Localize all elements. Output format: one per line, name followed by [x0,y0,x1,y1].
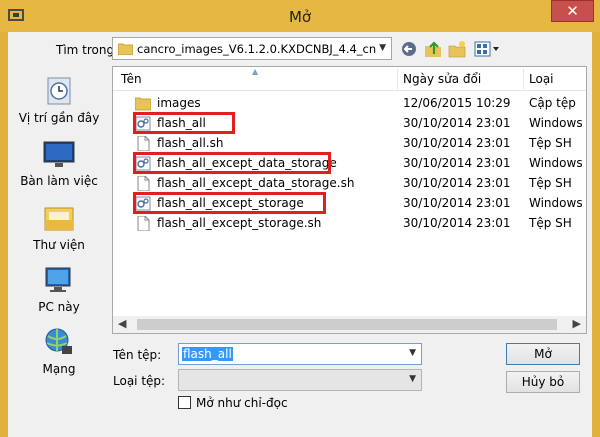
file-row[interactable]: flash_all_except_data_storage.sh 30/10/20… [113,174,586,193]
file-date: 30/10/2014 23:01 [403,136,511,150]
file-type: Windows [529,156,583,170]
back-icon[interactable] [400,40,418,58]
cancel-button[interactable]: Hủy bỏ [506,371,580,393]
file-name: flash_all.sh [157,136,224,150]
document-icon [137,176,150,191]
file-type: Tệp SH [529,176,572,190]
title-bar: Mở ✕ [0,0,600,32]
read-only-label[interactable]: Mở như chỉ-đọc [196,396,288,410]
scroll-thumb[interactable] [137,319,557,330]
file-name: flash_all_except_data_storage.sh [157,176,355,190]
file-name: flash_all_except_storage.sh [157,216,322,230]
column-header: ▲ Tên Ngày sửa đổi Loại [113,67,586,91]
column-divider[interactable] [523,69,524,89]
file-type: Tệp SH [529,136,572,150]
scroll-right-icon[interactable]: ▶ [573,317,581,330]
file-date: 30/10/2014 23:01 [403,176,511,190]
window-title: Mở [288,8,312,26]
places-bar: Vị trí gần đây Bàn làm việc Thư viện PC … [11,70,107,382]
highlight-box [133,112,235,134]
read-only-checkbox[interactable] [178,396,191,409]
open-button[interactable]: Mở [506,343,580,365]
place-label: Bàn làm việc [20,174,98,188]
view-menu-icon[interactable] [474,40,500,58]
file-date: 30/10/2014 23:01 [403,116,511,130]
file-date: 30/10/2014 23:01 [403,156,511,170]
place-label: Mạng [42,362,76,376]
place-network[interactable]: Mạng [11,326,107,386]
new-folder-icon[interactable] [448,40,466,58]
file-date: 12/06/2015 10:29 [403,96,511,110]
column-type[interactable]: Loại [529,72,554,86]
place-recent[interactable]: Vị trí gần đây [11,76,107,136]
file-name-label: Tên tệp: [113,348,162,362]
file-name: images [157,96,201,110]
horizontal-scrollbar[interactable]: ◀ ▶ [113,316,586,333]
column-name[interactable]: Tên [121,72,142,86]
file-list[interactable]: ▲ Tên Ngày sửa đổi Loại images 12/06/2015… [112,66,587,334]
file-type: Windows [529,196,583,210]
document-icon [137,136,150,151]
network-icon [45,328,72,354]
column-divider[interactable] [397,69,398,89]
place-desktop[interactable]: Bàn làm việc [11,138,107,198]
file-type: Tệp SH [529,216,572,230]
look-in-label: Tìm trong: [56,43,119,57]
file-type: Windows [529,116,583,130]
place-label: Thư viện [33,238,85,252]
document-icon [137,216,150,231]
file-row[interactable]: flash_all.sh 30/10/2014 23:01 Tệp SH [113,134,586,153]
sort-ascending-icon: ▲ [252,67,259,76]
file-row[interactable]: flash_all_except_storage.sh 30/10/2014 23… [113,214,586,233]
place-this-pc[interactable]: PC này [11,264,107,324]
folder-icon [135,97,151,111]
look-in-combo[interactable]: cancro_images_V6.1.2.0.KXDCNBJ_4.4_cn ▼ [112,37,392,60]
column-date[interactable]: Ngày sửa đổi [403,72,481,86]
scroll-left-icon[interactable]: ◀ [118,317,126,330]
desktop-icon [43,141,75,167]
file-date: 30/10/2014 23:01 [403,216,511,230]
chevron-down-icon: ▼ [379,43,386,53]
file-name-input[interactable]: flash_all ▼ [178,343,422,365]
place-label: Vị trí gần đây [18,111,100,125]
file-name-value: flash_all [182,347,233,361]
this-pc-icon [45,267,71,292]
dialog-body: Tìm trong: cancro_images_V6.1.2.0.KXDCNB… [8,32,592,437]
highlight-box [133,152,331,174]
libraries-icon [44,207,74,231]
current-path: cancro_images_V6.1.2.0.KXDCNBJ_4.4_cn [137,42,377,56]
place-libraries[interactable]: Thư viện [11,202,107,262]
file-type-select[interactable]: ▼ [178,369,422,391]
file-row[interactable]: images 12/06/2015 10:29 Cập tệp [113,94,586,113]
highlight-box [133,192,326,214]
close-button[interactable]: ✕ [551,0,594,22]
up-folder-icon[interactable] [424,40,442,58]
file-type: Cập tệp [529,96,576,110]
folder-icon [118,43,133,55]
recent-places-icon [47,77,71,105]
file-date: 30/10/2014 23:01 [403,196,511,210]
place-label: PC này [38,300,80,314]
chevron-down-icon: ▼ [409,374,416,384]
chevron-down-icon[interactable]: ▼ [409,348,416,358]
file-type-label: Loại tệp: [113,374,166,388]
